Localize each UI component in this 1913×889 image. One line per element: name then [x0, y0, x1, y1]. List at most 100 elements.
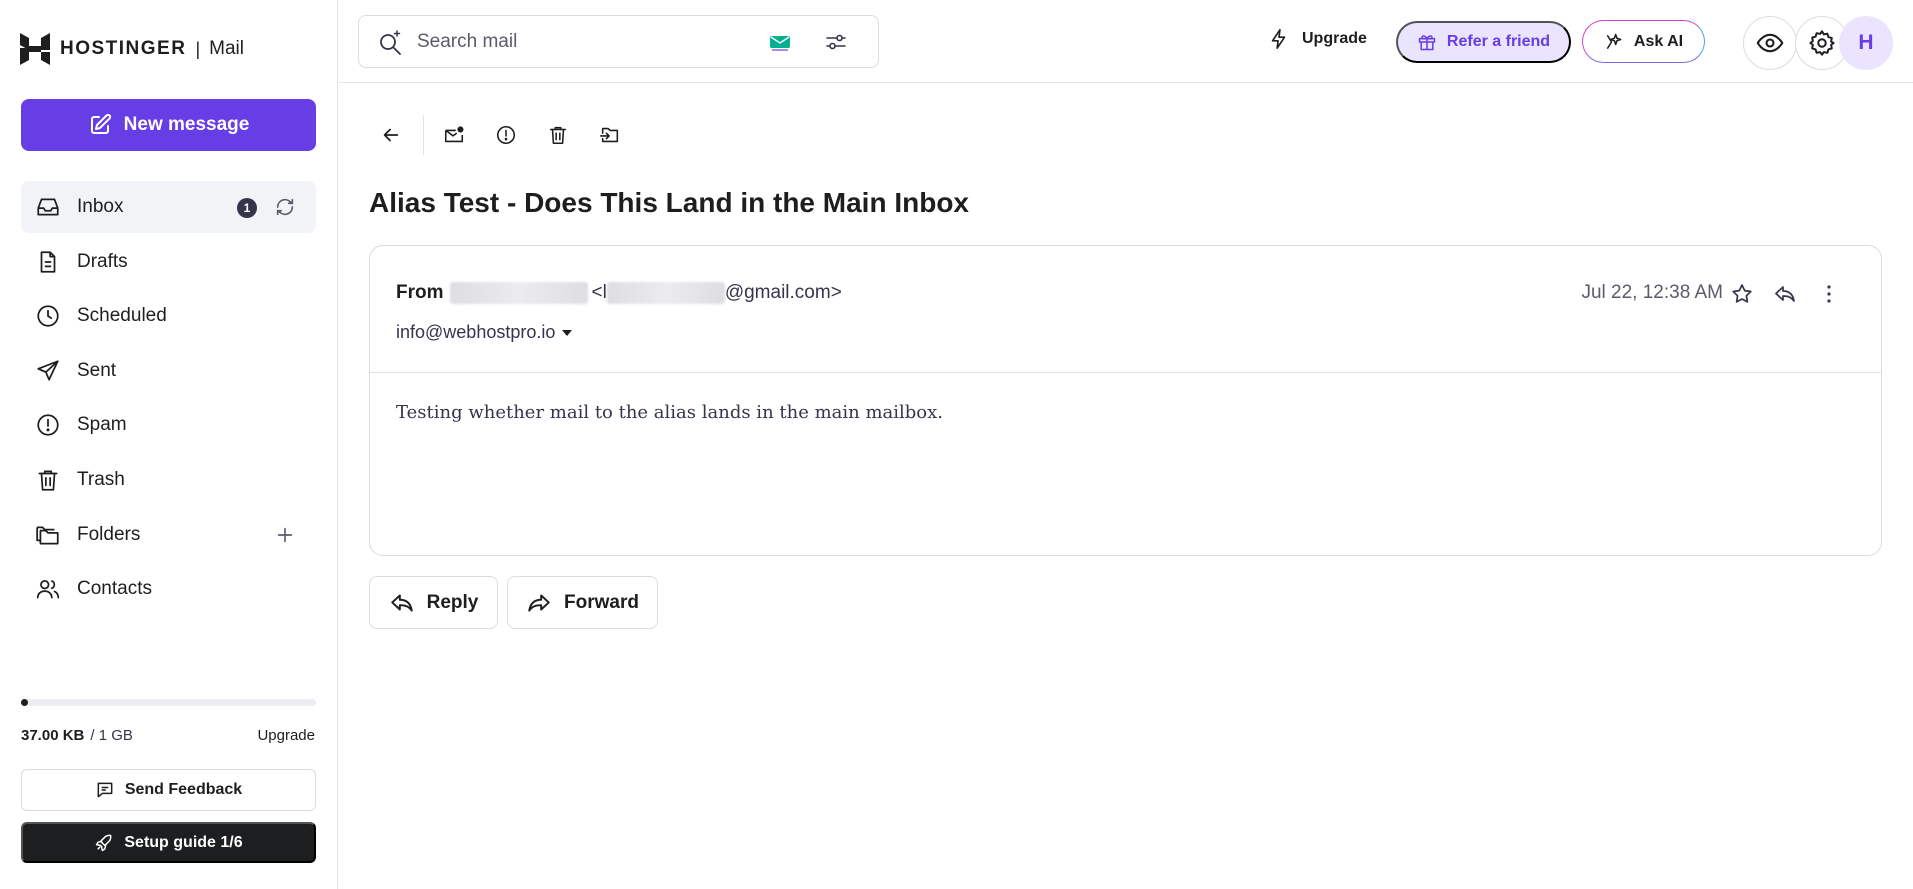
message-card: From <l @gmail.com> info@webhostpro.io J…: [369, 245, 1882, 556]
sidebar-item-label: Scheduled: [77, 305, 167, 327]
setup-guide-label: Setup guide 1/6: [124, 833, 243, 851]
redacted-sender-name: [449, 282, 588, 304]
from-label: From: [396, 282, 444, 303]
hostinger-logo-icon: [20, 33, 50, 65]
search-ai-icon: [380, 29, 401, 55]
storage-total: / 1 GB: [90, 727, 133, 744]
more-options-icon[interactable]: [1817, 282, 1841, 306]
trash-icon: [38, 470, 58, 491]
sidebar-item-spam[interactable]: Spam: [21, 399, 316, 451]
sidebar: HOSTINGER | Mail New message Inbox 1 Dra…: [0, 0, 338, 889]
sidebar-nav: Inbox 1 Drafts Scheduled Sent Spam Trash…: [21, 181, 316, 618]
caret-down-icon: [562, 329, 573, 336]
setup-guide-button[interactable]: Setup guide 1/6: [21, 822, 316, 863]
sidebar-item-label: Contacts: [77, 578, 152, 600]
folders-icon: [36, 526, 59, 545]
sidebar-item-label: Spam: [77, 414, 127, 436]
forward-icon: [528, 593, 550, 612]
spam-icon: [496, 125, 516, 145]
storage-usage-bar: [21, 699, 316, 706]
search-box[interactable]: Search mail: [358, 15, 879, 68]
storage-used: 37.00 KB: [21, 727, 85, 744]
sidebar-item-label: Sent: [77, 359, 117, 381]
message-toolbar: [371, 115, 630, 155]
reply-icon: [390, 593, 413, 612]
add-folder-icon[interactable]: [274, 524, 296, 546]
move-folder-icon: [600, 127, 619, 143]
inbox-icon: [37, 198, 59, 216]
mail-provider-icon[interactable]: [769, 32, 791, 52]
brand-name: HOSTINGER: [60, 38, 187, 59]
gear-icon: [1809, 30, 1835, 56]
delete-button[interactable]: [538, 115, 578, 155]
send-feedback-label: Send Feedback: [124, 781, 243, 798]
eye-icon: [1756, 33, 1784, 53]
search-filter-icon[interactable]: [824, 30, 848, 54]
trash-icon: [549, 126, 567, 145]
sidebar-item-folders[interactable]: Folders: [21, 509, 316, 561]
mark-unread-button[interactable]: [434, 115, 474, 155]
contacts-icon: [36, 580, 60, 599]
drafts-icon: [40, 250, 56, 273]
recipient-dropdown[interactable]: info@webhostpro.io: [396, 322, 573, 343]
new-message-button[interactable]: New message: [21, 99, 316, 151]
forward-button[interactable]: Forward: [507, 576, 658, 629]
sidebar-item-label: Folders: [77, 523, 141, 545]
upgrade-label: Upgrade: [1302, 30, 1367, 47]
report-spam-button[interactable]: [486, 115, 526, 155]
rocket-icon: [96, 834, 112, 851]
app-name: Mail: [209, 38, 244, 59]
ask-ai-button[interactable]: Ask AI: [1582, 20, 1705, 63]
lightning-icon: [1271, 29, 1286, 49]
refer-a-friend-label: Refer a friend: [1446, 33, 1551, 50]
feedback-icon: [97, 782, 113, 798]
storage-upgrade-link[interactable]: Upgrade: [257, 727, 315, 744]
hostinger-logo[interactable]: HOSTINGER | Mail: [20, 32, 244, 66]
arrow-left-icon: [383, 128, 399, 142]
forward-label: Forward: [564, 591, 639, 613]
sidebar-item-contacts[interactable]: Contacts: [21, 563, 316, 615]
sidebar-item-drafts[interactable]: Drafts: [21, 236, 316, 288]
sidebar-item-label: Trash: [77, 468, 125, 490]
move-to-folder-button[interactable]: [590, 115, 630, 155]
refresh-icon[interactable]: [274, 196, 296, 218]
message-subject: Alias Test - Does This Land in the Main …: [369, 187, 969, 218]
user-avatar[interactable]: H: [1839, 16, 1893, 70]
reply-label: Reply: [426, 591, 479, 613]
clock-icon: [37, 305, 59, 327]
star-icon[interactable]: [1730, 282, 1754, 306]
ask-ai-label: Ask AI: [1633, 32, 1684, 50]
header-body-divider: [370, 372, 1881, 373]
unread-count-badge: 1: [237, 198, 257, 218]
storage-usage-fill: [21, 699, 28, 706]
back-button[interactable]: [371, 115, 411, 155]
redacted-sender-local: [606, 282, 725, 304]
search-input[interactable]: Search mail: [417, 31, 769, 53]
sender-address-domain: @gmail.com>: [724, 282, 842, 303]
sidebar-item-label: Drafts: [77, 250, 128, 272]
message-body: Testing whether mail to the alias lands …: [396, 402, 943, 423]
storage-usage-text: 37.00 KB / 1 GB: [21, 727, 133, 744]
new-message-label: New message: [123, 114, 250, 135]
preview-toggle-button[interactable]: [1743, 16, 1797, 70]
brand-separator: |: [195, 38, 201, 59]
sidebar-item-scheduled[interactable]: Scheduled: [21, 290, 316, 342]
top-bar: Search mail Upgrade Refer a friend Ask A…: [339, 0, 1913, 83]
message-date: Jul 22, 12:38 AM: [1581, 282, 1723, 303]
compose-icon: [90, 113, 111, 134]
refer-a-friend-button[interactable]: Refer a friend: [1396, 21, 1571, 63]
sender-address-open: <l: [591, 282, 607, 303]
send-icon: [37, 360, 59, 381]
sidebar-item-label: Inbox: [77, 196, 124, 217]
reply-icon[interactable]: [1773, 282, 1797, 306]
upgrade-button[interactable]: Upgrade: [1268, 28, 1367, 50]
reply-button[interactable]: Reply: [369, 576, 498, 629]
ai-sparkle-icon: [1606, 33, 1622, 49]
sidebar-item-sent[interactable]: Sent: [21, 345, 316, 397]
mail-unread-icon: [444, 126, 464, 143]
sidebar-item-trash[interactable]: Trash: [21, 454, 316, 506]
gift-icon: [1418, 35, 1436, 51]
sender-line: From <l @gmail.com>: [396, 282, 842, 304]
send-feedback-button[interactable]: Send Feedback: [21, 769, 316, 811]
sidebar-item-inbox[interactable]: Inbox 1: [21, 181, 316, 233]
